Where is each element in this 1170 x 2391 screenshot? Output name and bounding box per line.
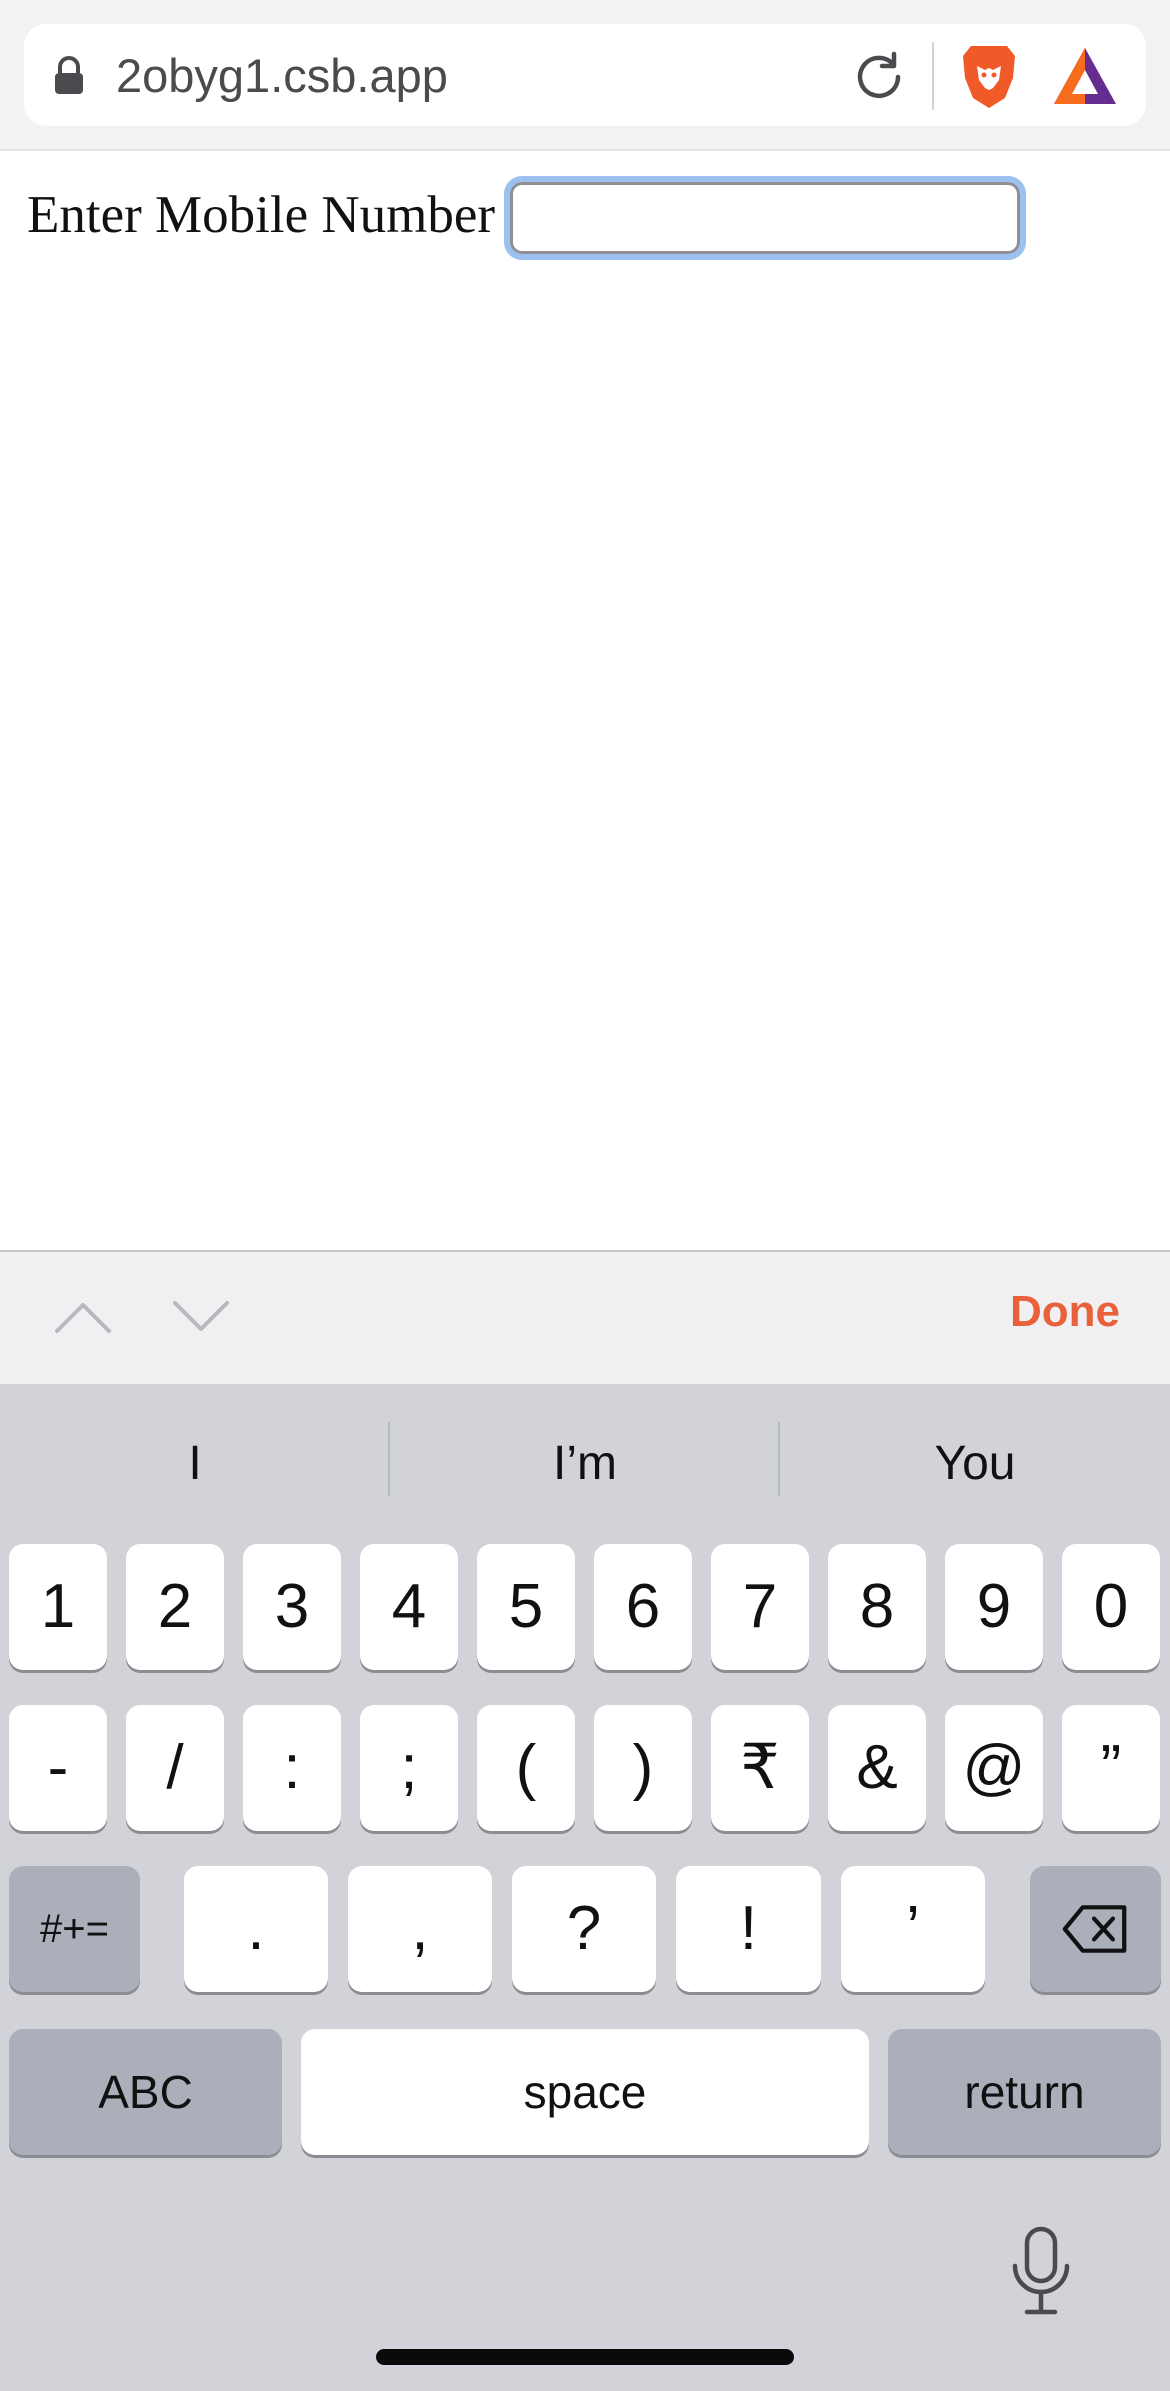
key-5[interactable]: 5 <box>477 1544 575 1670</box>
url-text[interactable]: 2obyg1.csb.app <box>116 44 448 108</box>
key-6[interactable]: 6 <box>594 1544 692 1670</box>
key-quote[interactable]: ” <box>1062 1705 1160 1831</box>
key-0[interactable]: 0 <box>1062 1544 1160 1670</box>
suggestion-1[interactable]: I <box>0 1432 390 1496</box>
key-at[interactable]: @ <box>945 1705 1043 1831</box>
space-key[interactable]: space <box>301 2029 869 2155</box>
key-exclamation[interactable]: ! <box>676 1866 821 1992</box>
key-4[interactable]: 4 <box>360 1544 458 1670</box>
key-semicolon[interactable]: ; <box>360 1705 458 1831</box>
key-period[interactable]: . <box>184 1866 328 1992</box>
lock-icon <box>55 56 83 94</box>
brave-lion-icon[interactable] <box>957 42 1021 110</box>
on-screen-keyboard: I I’m You 1 2 3 4 5 6 7 8 9 0 - / : ; ( … <box>0 1384 1170 2391</box>
bat-triangle-icon[interactable] <box>1052 46 1118 106</box>
key-9[interactable]: 9 <box>945 1544 1043 1670</box>
browser-toolbar: 2obyg1.csb.app <box>0 0 1170 151</box>
suggestion-2[interactable]: I’m <box>390 1432 780 1496</box>
abc-key[interactable]: ABC <box>9 2029 282 2155</box>
key-rupee[interactable]: ₹ <box>711 1705 809 1831</box>
key-question[interactable]: ? <box>512 1866 656 1992</box>
chevron-up-icon[interactable] <box>54 1300 112 1334</box>
key-ampersand[interactable]: & <box>828 1705 926 1831</box>
key-open-paren[interactable]: ( <box>477 1705 575 1831</box>
address-bar-divider <box>932 42 934 110</box>
microphone-icon[interactable] <box>1010 2226 1072 2316</box>
key-apostrophe[interactable]: ’ <box>841 1866 985 1992</box>
key-7[interactable]: 7 <box>711 1544 809 1670</box>
key-colon[interactable]: : <box>243 1705 341 1831</box>
done-button[interactable]: Done <box>1010 1282 1120 1342</box>
chevron-down-icon[interactable] <box>172 1300 230 1334</box>
key-1[interactable]: 1 <box>9 1544 107 1670</box>
key-more-symbols[interactable]: #+= <box>9 1866 140 1992</box>
key-hyphen[interactable]: - <box>9 1705 107 1831</box>
predictive-suggestions: I I’m You <box>0 1384 1170 1534</box>
reload-icon[interactable] <box>850 48 908 106</box>
mobile-number-label: Enter Mobile Number <box>27 186 496 244</box>
key-2[interactable]: 2 <box>126 1544 224 1670</box>
home-indicator[interactable] <box>376 2349 794 2365</box>
web-page: Enter Mobile Number <box>0 153 1170 1250</box>
return-key[interactable]: return <box>888 2029 1161 2155</box>
backspace-key[interactable] <box>1030 1866 1161 1992</box>
key-comma[interactable]: , <box>348 1866 492 1992</box>
key-8[interactable]: 8 <box>828 1544 926 1670</box>
backspace-icon <box>1062 1905 1127 1953</box>
keyboard-accessory-bar: Done <box>0 1250 1170 1384</box>
key-3[interactable]: 3 <box>243 1544 341 1670</box>
key-close-paren[interactable]: ) <box>594 1705 692 1831</box>
key-slash[interactable]: / <box>126 1705 224 1831</box>
suggestion-3[interactable]: You <box>780 1432 1170 1496</box>
mobile-number-input[interactable] <box>504 176 1026 260</box>
